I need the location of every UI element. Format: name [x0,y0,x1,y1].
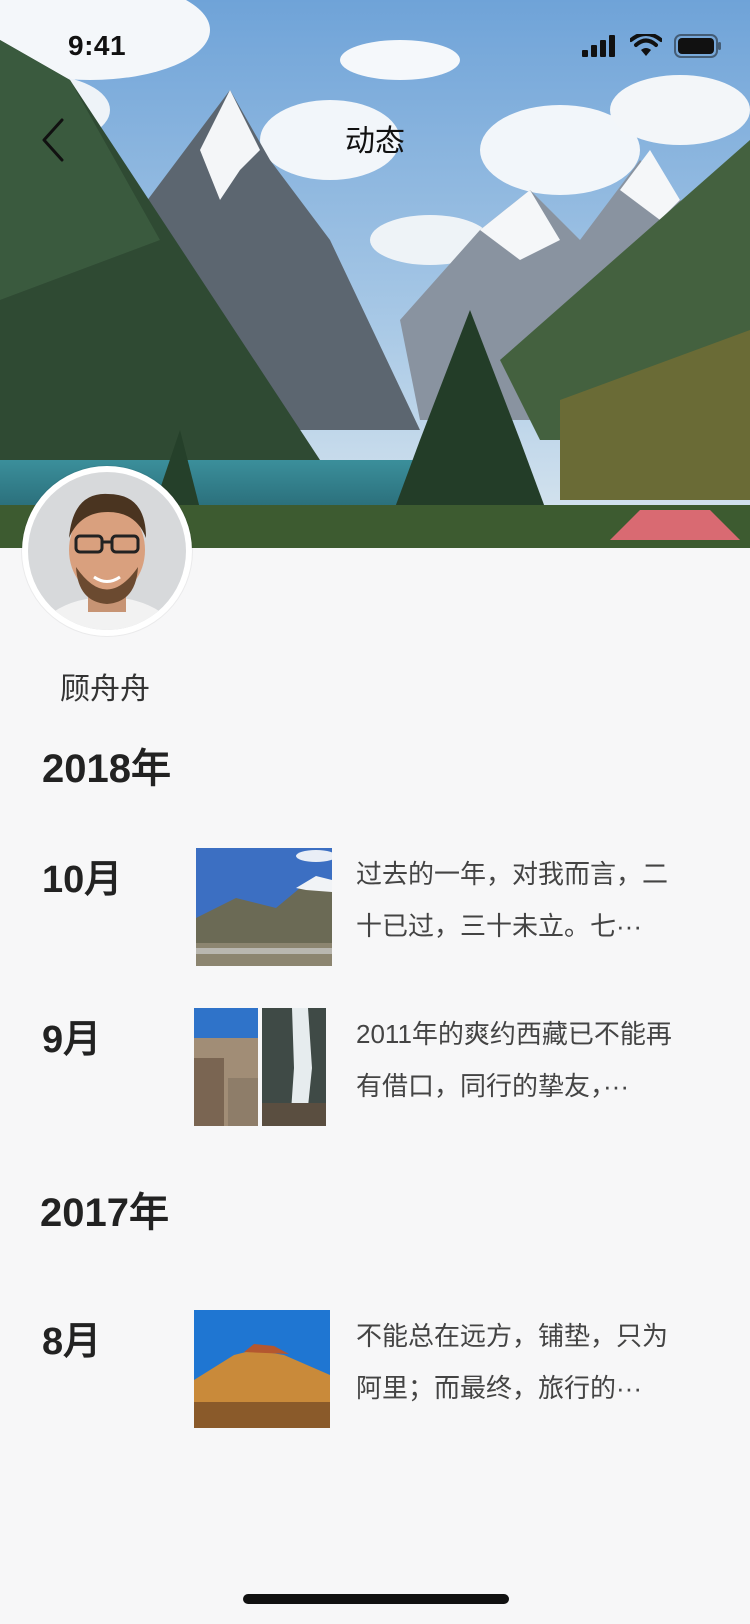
excerpt-line: 有借口，同行的挚友，··· [356,1071,629,1101]
entry-thumbnail[interactable] [262,1008,326,1131]
avatar[interactable] [22,466,192,636]
excerpt-line: 不能总在远方，铺垫，只为 [356,1321,669,1351]
page-title: 动态 [345,125,405,158]
month-label: 10月 [42,859,123,901]
excerpt-line: 2011年的爽约西藏已不能再 [356,1019,672,1049]
excerpt-line: 十已过，三十未立。七··· [356,911,642,941]
month-label: 8月 [42,1321,102,1363]
entry-excerpt: 2011年的爽约西藏已不能再 有借口，同行的挚友，··· [356,1008,690,1112]
month-label: 9月 [42,1019,102,1061]
timeline-entry[interactable]: 9月 2011年的爽约西藏已不能再 有借口，同行的挚友，··· [0,1008,750,1130]
timeline-entry[interactable]: 8月 不能总在远方，铺垫，只为 阿里；而最终，旅行的··· [0,1310,750,1432]
wifi-icon [629,32,663,63]
status-time: 9:41 [68,30,127,61]
entry-excerpt: 过去的一年，对我而言，二 十已过，三十未立。七··· [356,848,690,952]
year-heading: 2017年 [40,1191,169,1235]
home-indicator[interactable] [243,1594,509,1604]
entry-thumbnail[interactable] [194,1310,330,1433]
entry-thumbnail[interactable] [196,848,336,971]
status-bar: 9:41 [0,0,750,94]
excerpt-line: 过去的一年，对我而言，二 [356,859,669,889]
timeline-entry[interactable]: 10月 过去的一年，对我而言，二 十已过，三十未立。七··· [0,848,750,970]
moments-page: 9:41 动态 顾舟舟 2018年 10月 过去的一年，对我而言，二 十已过，三… [0,0,750,1624]
entry-excerpt: 不能总在远方，铺垫，只为 阿里；而最终，旅行的··· [356,1310,690,1414]
signal-icon [582,35,618,62]
year-heading: 2018年 [42,747,171,791]
battery-icon [674,34,722,63]
entry-thumbnail[interactable] [194,1008,258,1131]
username: 顾舟舟 [60,673,150,706]
excerpt-line: 阿里；而最终，旅行的··· [356,1373,642,1403]
nav-bar: 动态 [0,100,750,172]
